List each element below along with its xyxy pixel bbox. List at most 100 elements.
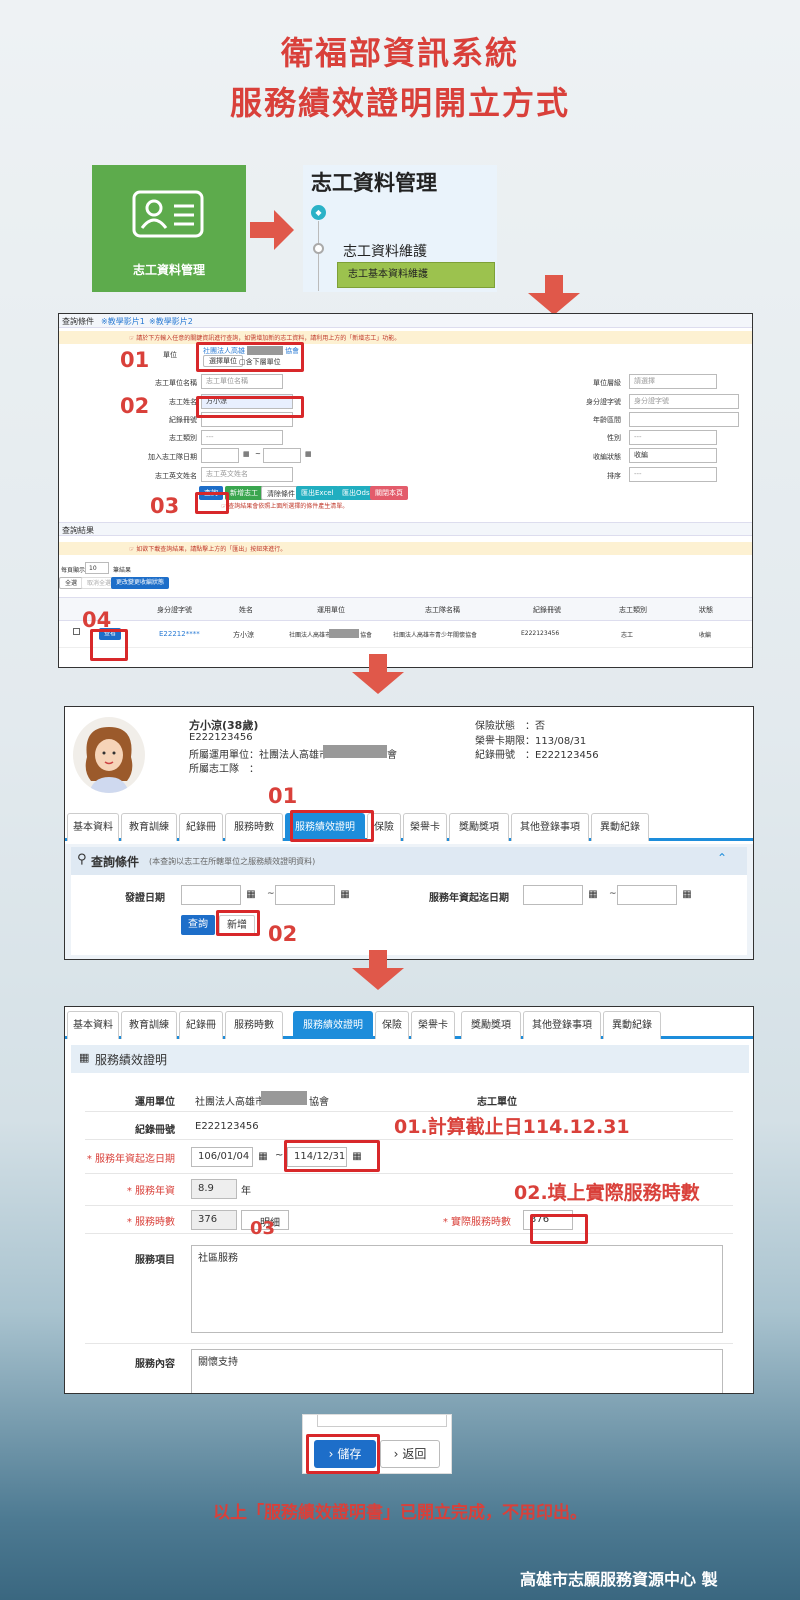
annotation-01: 01 bbox=[120, 348, 150, 372]
calendar-icon[interactable]: ▦ bbox=[243, 885, 259, 905]
calendar-icon[interactable]: ▦ bbox=[679, 885, 695, 905]
results-header: 查詢結果 bbox=[62, 526, 94, 535]
arrow-down-icon bbox=[352, 654, 404, 694]
years-input: 8.9 bbox=[191, 1179, 237, 1199]
id-number-input[interactable]: 身分證字號 bbox=[629, 394, 739, 409]
select-all-button[interactable]: 全選 bbox=[59, 577, 84, 589]
join-date-start-input[interactable] bbox=[201, 448, 239, 463]
highlight-add bbox=[216, 910, 260, 936]
annotation-01: 01 bbox=[268, 784, 298, 808]
menu-title: 志工資料管理 bbox=[311, 171, 437, 195]
service-content-textarea[interactable]: 關懷支持 bbox=[191, 1349, 723, 1393]
per-page-select[interactable]: 10 bbox=[85, 562, 109, 574]
back-button[interactable]: › 返回 bbox=[380, 1440, 440, 1468]
table-row: 查看 E22212**** 方小涼 社團法人高雄市 協會 社團法人高雄市青少年關… bbox=[59, 622, 752, 648]
query-search-button[interactable]: 查詢 bbox=[181, 915, 215, 935]
age-range-input[interactable] bbox=[629, 412, 739, 427]
english-name-input[interactable]: 志工英文姓名 bbox=[201, 467, 293, 482]
period-start[interactable] bbox=[523, 885, 583, 905]
results-notice: ☞ 如欲下載查詢結果，請點擊上方的「匯出」按鈕來進行。 bbox=[129, 546, 287, 553]
id-card-icon bbox=[132, 190, 204, 238]
form-title: 服務績效證明 bbox=[95, 1053, 168, 1067]
sort-select[interactable]: --- bbox=[629, 467, 717, 482]
tab-insurance[interactable]: 保險 bbox=[375, 1011, 409, 1039]
tab-awards[interactable]: 獎勵獎項 bbox=[461, 1011, 521, 1039]
row-id-link[interactable]: E22212**** bbox=[159, 630, 200, 638]
volunteer-type-select[interactable]: --- bbox=[201, 430, 283, 445]
search-header: 查詢條件 bbox=[62, 317, 94, 326]
highlight-actual-hours bbox=[530, 1214, 588, 1244]
page-title-line2: 服務績效證明開立方式 bbox=[229, 84, 570, 122]
gender-select[interactable]: --- bbox=[629, 430, 717, 445]
tab-other[interactable]: 其他登錄事項 bbox=[511, 813, 589, 841]
tab-record[interactable]: 紀錄冊 bbox=[179, 1011, 223, 1039]
highlight-unit bbox=[196, 342, 304, 372]
calendar-icon[interactable]: ▦ bbox=[255, 1147, 271, 1167]
chevron-up-icon[interactable]: ⌃ bbox=[717, 851, 727, 865]
tab-changes[interactable]: 異動紀錄 bbox=[603, 1011, 661, 1039]
period-start-input[interactable]: 106/01/04 bbox=[191, 1147, 253, 1167]
grid-icon: ▦ bbox=[79, 1051, 90, 1064]
highlight-view bbox=[90, 629, 128, 661]
row-checkbox[interactable] bbox=[73, 628, 80, 635]
unit-level-select[interactable]: 請選擇 bbox=[629, 374, 717, 389]
highlight-search bbox=[195, 492, 229, 514]
unit-name-input[interactable]: 志工單位名稱 bbox=[201, 374, 283, 389]
arrow-down-icon bbox=[352, 950, 404, 990]
search-notice: ☞ 請於下方輸入任意的關鍵資訊進行查詢，如需增加新的志工資料，請利用上方的「新增… bbox=[129, 335, 401, 342]
query-title: 查詢條件 bbox=[91, 855, 140, 869]
export-ods-button[interactable]: 匯出Ods bbox=[337, 486, 375, 500]
video-link-2[interactable]: ※教學影片2 bbox=[149, 316, 193, 327]
tab-hours[interactable]: 服務時數 bbox=[225, 1011, 283, 1039]
close-page-button[interactable]: 關閉本頁 bbox=[370, 486, 408, 500]
period-end[interactable] bbox=[617, 885, 677, 905]
tab-record[interactable]: 紀錄冊 bbox=[179, 813, 223, 841]
profile-name: 方小涼(38歲) bbox=[189, 719, 259, 732]
tab-hours[interactable]: 服務時數 bbox=[225, 813, 283, 841]
join-date-end-input[interactable] bbox=[263, 448, 301, 463]
avatar bbox=[73, 717, 145, 793]
profile-panel: 方小涼(38歲) E222123456 所屬運用單位：社團法人高雄市 會 所屬志… bbox=[64, 706, 754, 960]
tab-basic[interactable]: 基本資料 bbox=[67, 1011, 119, 1039]
status-select[interactable]: 收編 bbox=[629, 448, 717, 463]
calendar-icon[interactable]: ▦ bbox=[585, 885, 601, 905]
batch-status-button[interactable]: 更改變更收編狀態 bbox=[111, 577, 170, 589]
calendar-icon[interactable]: ▦ bbox=[243, 450, 250, 458]
tab-performance[interactable]: 服務績效證明 bbox=[293, 1011, 373, 1039]
form-tab-bar: 基本資料 教育訓練 紀錄冊 服務時數 服務績效證明 保險 榮譽卡 獎勵獎項 其他… bbox=[65, 1011, 753, 1039]
menu-panel: 志工資料管理 ◆ 志工資料維護 志工基本資料維護 bbox=[303, 165, 497, 292]
hours-input: 376 bbox=[191, 1210, 237, 1230]
clear-button[interactable]: 清除條件 bbox=[261, 486, 301, 500]
fill-annotation: 02.填上實際服務時數 bbox=[514, 1182, 700, 1204]
volunteer-management-card[interactable]: 志工資料管理 bbox=[92, 165, 246, 292]
tab-other[interactable]: 其他登錄事項 bbox=[523, 1011, 601, 1039]
menu-dot-icon bbox=[313, 243, 324, 254]
annotation-03: 03 bbox=[150, 494, 180, 518]
highlight-name bbox=[196, 396, 304, 418]
tab-awards[interactable]: 獎勵獎項 bbox=[449, 813, 509, 841]
footer-note: 以上「服務績效證明書」已開立完成，不用印出。 bbox=[213, 1503, 587, 1523]
issue-date-start[interactable] bbox=[181, 885, 241, 905]
service-items-textarea[interactable]: 社區服務 bbox=[191, 1245, 723, 1333]
menu-sub-basic-data[interactable]: 志工基本資料維護 bbox=[337, 262, 495, 288]
add-volunteer-button[interactable]: 新增志工 bbox=[225, 486, 263, 500]
tab-training[interactable]: 教育訓練 bbox=[121, 813, 177, 841]
tab-training[interactable]: 教育訓練 bbox=[121, 1011, 177, 1039]
menu-item-volunteer-maintenance[interactable]: 志工資料維護 bbox=[343, 241, 427, 261]
search-hint: ☞ 查詢結果會依照上面所選擇的條件產生清單。 bbox=[221, 503, 349, 510]
tab-honor-card[interactable]: 榮譽卡 bbox=[411, 1011, 455, 1039]
search-icon: ⚲ bbox=[77, 852, 87, 867]
annotation-02: 02 bbox=[120, 394, 150, 418]
export-excel-button[interactable]: 匯出Excel bbox=[296, 486, 339, 500]
tab-changes[interactable]: 異動紀錄 bbox=[591, 813, 649, 841]
tab-bar: 基本資料 教育訓練 紀錄冊 服務時數 服務績效證明 保險 榮譽卡 獎勵獎項 其他… bbox=[65, 813, 753, 841]
tab-honor-card[interactable]: 榮譽卡 bbox=[403, 813, 447, 841]
calendar-icon[interactable]: ▦ bbox=[337, 885, 353, 905]
tab-basic[interactable]: 基本資料 bbox=[67, 813, 119, 841]
video-link-1[interactable]: ※教學影片1 bbox=[101, 316, 145, 327]
calendar-icon[interactable]: ▦ bbox=[305, 450, 312, 458]
highlight-save bbox=[306, 1434, 380, 1474]
calc-annotation: 01.計算截止日114.12.31 bbox=[394, 1116, 630, 1138]
issue-date-end[interactable] bbox=[275, 885, 335, 905]
footer-credit: 高雄市志願服務資源中心 製 bbox=[520, 1570, 718, 1589]
